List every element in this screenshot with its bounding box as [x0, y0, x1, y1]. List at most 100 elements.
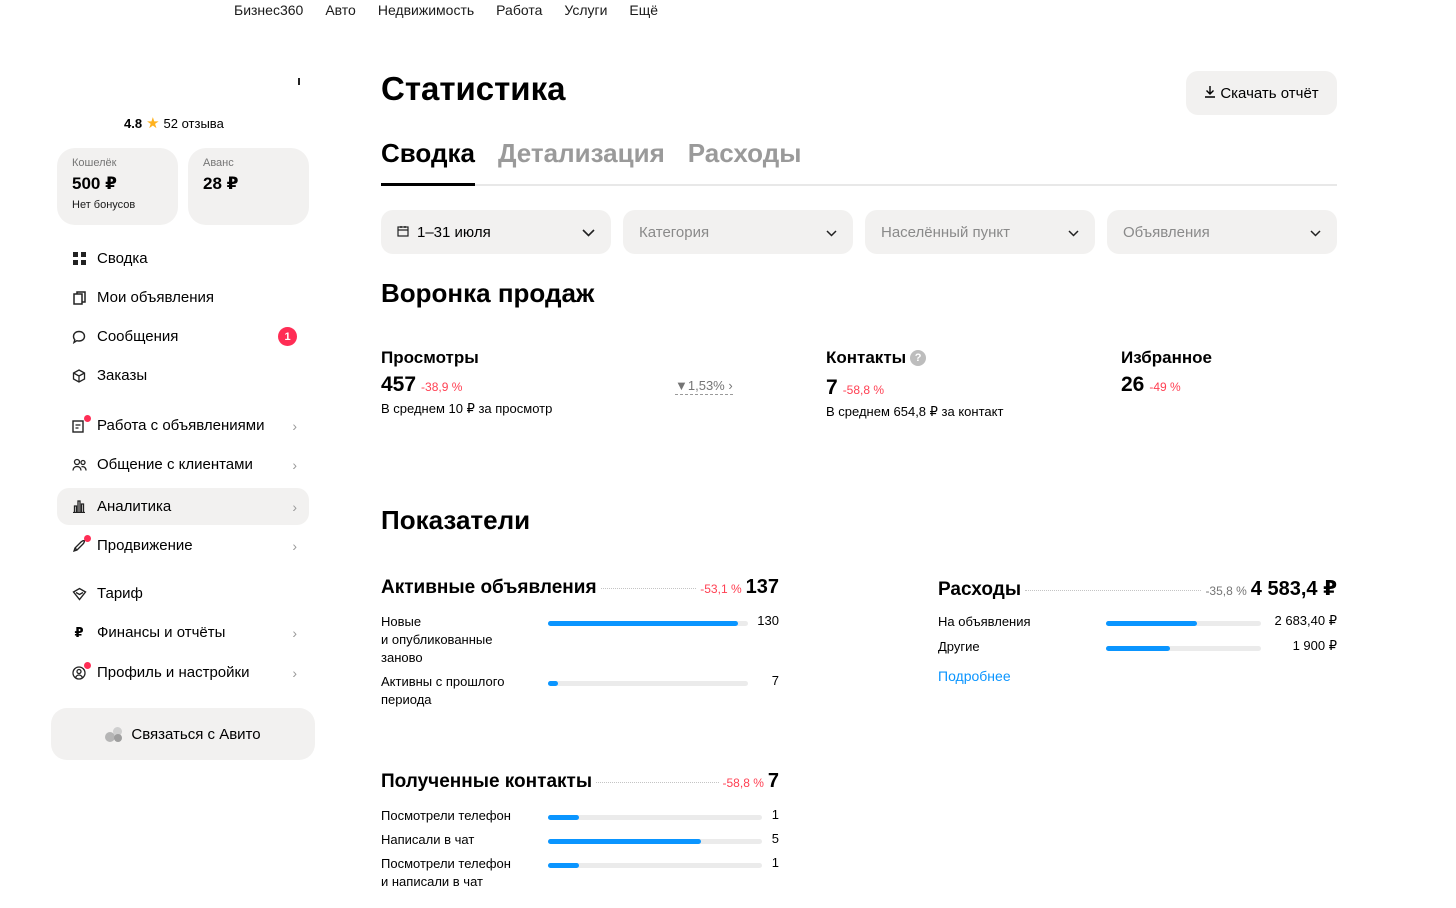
active-listings-header: Активные объявления -53,1 % 137	[381, 576, 779, 599]
download-report-button[interactable]: Скачать отчёт	[1186, 71, 1337, 115]
active-listings-value: 137	[745, 576, 779, 598]
kpi-contacts-title: Контакты	[826, 348, 907, 367]
active-previous-value: 7	[771, 673, 779, 688]
active-listings-delta: -53,1 %	[700, 582, 742, 596]
date-range-select[interactable]: 1–31 июля	[381, 210, 611, 254]
sidebar-item-listing-tools[interactable]: Работа с объявлениями ›	[57, 407, 309, 444]
expenses-more-link[interactable]: Подробнее	[938, 668, 1011, 684]
expenses-header: Расходы -35,8 % 4 583,4 ₽	[938, 576, 1337, 601]
sidebar-item-label: Мои объявления	[97, 289, 214, 306]
notification-dot	[84, 534, 91, 542]
listings-select[interactable]: Объявления	[1107, 210, 1337, 254]
bar-fill	[548, 839, 701, 844]
sidebar-item-my-listings[interactable]: Мои объявления	[57, 279, 309, 316]
funnel-title: Воронка продаж	[381, 278, 595, 308]
calendar-icon	[397, 225, 409, 240]
conversion-value: 1,53%	[687, 378, 725, 393]
expenses-delta: -35,8 %	[1205, 584, 1247, 598]
sidebar-item-label: Аналитика	[97, 498, 172, 515]
expenses-value: 4 583,4 ₽	[1250, 578, 1337, 600]
download-icon	[1204, 85, 1216, 102]
chevron-down-icon	[1310, 225, 1321, 240]
sidebar-item-label: Сообщения	[97, 328, 179, 345]
copy-icon	[71, 290, 87, 306]
sidebar-item-finance[interactable]: ₽ Финансы и отчёты ›	[57, 614, 309, 651]
rating[interactable]: 4.8 ★ 52 отзыва	[124, 114, 224, 132]
topnav-auto[interactable]: Авто	[325, 2, 356, 18]
kpi-views-value: 457	[381, 373, 417, 396]
download-report-label: Скачать отчёт	[1220, 84, 1319, 102]
sidebar-item-clients[interactable]: Общение с клиентами ›	[57, 446, 309, 483]
contact-avito-button[interactable]: Связаться с Авито	[51, 708, 315, 760]
label-line: и опубликованные	[381, 632, 493, 647]
active-new-value: 130	[757, 613, 779, 628]
filters: 1–31 июля Категория Населённый пункт Объ…	[381, 210, 1337, 254]
contacts-chat-label: Написали в чат	[381, 831, 541, 849]
sidebar-item-promotion[interactable]: Продвижение ›	[57, 527, 309, 564]
ruble-icon: ₽	[74, 624, 84, 640]
funnel-icon: ▼	[675, 378, 688, 393]
notification-dot	[84, 661, 91, 669]
contact-avito-label: Связаться с Авито	[131, 725, 261, 743]
unread-badge: 1	[278, 327, 297, 346]
topnav-realty[interactable]: Недвижимость	[378, 2, 474, 18]
sidebar-item-profile[interactable]: Профиль и настройки ›	[57, 654, 309, 691]
chevron-right-icon: ›	[292, 498, 297, 515]
sidebar-item-label: Заказы	[97, 367, 148, 384]
active-new-label: Новые и опубликованные заново	[381, 613, 541, 667]
listing-tools-icon	[71, 414, 91, 434]
sidebar-item-summary[interactable]: Сводка	[57, 240, 309, 277]
help-icon[interactable]: ?	[910, 350, 927, 366]
date-range-value: 1–31 июля	[417, 223, 491, 241]
sidebar-item-analytics[interactable]: Аналитика ›	[57, 488, 309, 525]
chevron-right-icon: ›	[292, 664, 297, 681]
topnav-services[interactable]: Услуги	[564, 2, 607, 18]
advance-amount: 28 ₽	[203, 174, 239, 193]
label-line: Активны с прошлого	[381, 674, 505, 689]
indicators-title: Показатели	[381, 505, 531, 535]
conversion-link[interactable]: ▼1,53% ›	[675, 378, 733, 395]
kpi-favorites-title: Избранное	[1121, 348, 1212, 367]
active-new-bar	[548, 621, 748, 626]
received-contacts-header: Полученные контакты -58,8 % 7	[381, 770, 779, 793]
sidebar-item-label: Сводка	[97, 250, 148, 267]
category-placeholder: Категория	[639, 223, 710, 241]
topnav-jobs[interactable]: Работа	[496, 2, 542, 18]
received-contacts-delta: -58,8 %	[722, 776, 764, 790]
sidebar-item-tariff[interactable]: Тариф	[57, 575, 309, 612]
chevron-right-icon: ›	[728, 378, 733, 393]
topnav-more[interactable]: Ещё	[629, 2, 658, 18]
contacts-both-value: 1	[771, 855, 779, 870]
received-contacts-value: 7	[767, 770, 779, 792]
label-line: и написали в чат	[381, 874, 483, 889]
label-line: заново	[381, 650, 423, 665]
tab-summary[interactable]: Сводка	[381, 138, 475, 186]
active-previous-bar	[548, 681, 748, 686]
kpi-favorites: Избранное 26 -49 %	[1121, 348, 1212, 397]
wallet-amount: 500 ₽	[72, 174, 117, 193]
contacts-chat-value: 5	[771, 831, 779, 846]
sidebar-item-messages[interactable]: Сообщения 1	[57, 318, 309, 355]
topnav-business360[interactable]: Бизнес360	[234, 2, 303, 18]
label-line: Посмотрели телефон	[381, 856, 511, 871]
bar-fill	[1106, 646, 1171, 651]
kpi-contacts-sub: В среднем 654,8 ₽ за контакт	[826, 404, 1004, 419]
wallets: Кошелёк 500 ₽ Нет бонусов Аванс 28 ₽	[57, 148, 309, 225]
sidebar-item-label: Профиль и настройки	[97, 664, 250, 681]
notification-dot	[84, 414, 91, 422]
locality-select[interactable]: Населённый пункт	[865, 210, 1095, 254]
top-nav: Бизнес360 Авто Недвижимость Работа Услуг…	[234, 2, 658, 18]
tab-details[interactable]: Детализация	[498, 138, 665, 184]
wallet-card[interactable]: Кошелёк 500 ₽ Нет бонусов	[57, 148, 178, 225]
tab-expenses[interactable]: Расходы	[688, 138, 802, 184]
chevron-down-icon	[826, 225, 837, 240]
sidebar-item-label: Общение с клиентами	[97, 456, 253, 473]
bar-fill	[548, 681, 558, 686]
advance-card[interactable]: Аванс 28 ₽	[188, 148, 309, 225]
sidebar-item-orders[interactable]: Заказы	[57, 357, 309, 394]
contacts-chat-bar	[548, 839, 762, 844]
category-select[interactable]: Категория	[623, 210, 853, 254]
chevron-right-icon: ›	[292, 624, 297, 641]
kpi-favorites-value: 26	[1121, 373, 1145, 396]
contacts-both-bar	[548, 863, 762, 868]
